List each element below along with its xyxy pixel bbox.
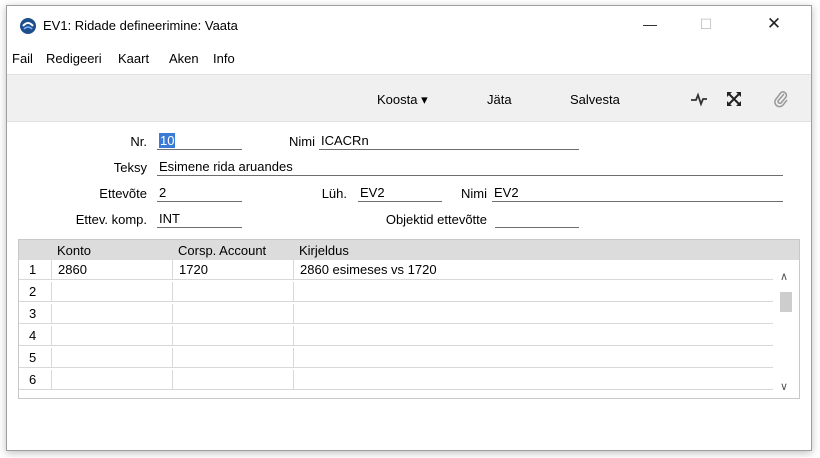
table-row[interactable]: 4: [19, 326, 773, 346]
table-row[interactable]: 3: [19, 304, 773, 324]
paperclip-icon[interactable]: [772, 90, 790, 108]
corsp-cell[interactable]: [172, 304, 293, 324]
kirjeldus-cell[interactable]: [293, 326, 773, 346]
app-logo-icon: [20, 18, 36, 34]
nr-value: 10: [159, 133, 176, 148]
konto-cell[interactable]: [51, 282, 172, 302]
row-number: 1: [29, 262, 37, 277]
koosta-button[interactable]: Koosta ▾: [377, 92, 428, 108]
corsp-cell[interactable]: [172, 282, 293, 302]
row-number: 6: [29, 372, 37, 387]
minimize-button[interactable]: —: [627, 6, 673, 42]
menu-info[interactable]: Info: [213, 51, 235, 66]
nr-field[interactable]: 10: [157, 133, 242, 150]
record-window: EV1: Ridade defineerimine: Vaata — ☐ ✕ F…: [6, 5, 812, 451]
menu-redigeeri[interactable]: Redigeeri: [46, 51, 102, 66]
corsp-cell[interactable]: [172, 348, 293, 368]
ettevote-field[interactable]: 2: [157, 185, 242, 202]
konto-cell[interactable]: [51, 326, 172, 346]
kirjeldus-cell[interactable]: [293, 282, 773, 302]
table-row[interactable]: 2: [19, 282, 773, 302]
close-button[interactable]: ✕: [751, 6, 797, 42]
grid-header: Konto Corsp. Account Kirjeldus: [19, 240, 799, 260]
luh-field[interactable]: EV2: [358, 185, 442, 202]
accounts-grid: Konto Corsp. Account Kirjeldus 1 2860 17…: [18, 239, 800, 399]
header-form: Nr. 10 Nimi ICACRn Teksy Esimene rida ar…: [7, 122, 811, 242]
scroll-up-icon[interactable]: ∧: [780, 270, 788, 283]
maximize-button[interactable]: ☐: [683, 6, 729, 42]
konto-cell[interactable]: [51, 348, 172, 368]
objektid-field[interactable]: [495, 211, 579, 228]
nimi-label: Nimi: [289, 134, 315, 149]
scroll-thumb[interactable]: [780, 292, 792, 312]
row-number: 4: [29, 328, 37, 343]
konto-cell[interactable]: [51, 304, 172, 324]
menu-aken[interactable]: Aken: [169, 51, 199, 66]
kirjeldus-cell[interactable]: [293, 304, 773, 324]
menu-kaart[interactable]: Kaart: [118, 51, 149, 66]
row-number: 3: [29, 306, 37, 321]
expand-icon[interactable]: [725, 90, 743, 108]
menu-bar: Fail Redigeeri Kaart Aken Info: [7, 46, 811, 70]
kirjeldus-cell[interactable]: [293, 348, 773, 368]
konto-cell[interactable]: 2860: [51, 260, 172, 280]
salvesta-button[interactable]: Salvesta: [570, 92, 620, 107]
corsp-cell[interactable]: [172, 326, 293, 346]
ettevote-label: Ettevõte: [99, 186, 147, 201]
col-konto-header[interactable]: Konto: [57, 243, 91, 258]
objektid-label: Objektid ettevõtte: [385, 212, 487, 227]
menu-fail[interactable]: Fail: [12, 51, 33, 66]
kirjeldus-cell[interactable]: [293, 370, 773, 390]
row-number: 2: [29, 284, 37, 299]
nimi2-label: Nimi: [461, 186, 487, 201]
teksy-label: Teksy: [113, 160, 147, 175]
scroll-down-icon[interactable]: ∨: [780, 380, 788, 393]
title-bar[interactable]: EV1: Ridade defineerimine: Vaata — ☐ ✕: [7, 6, 811, 46]
nr-label: Nr.: [130, 134, 147, 149]
row-number: 5: [29, 350, 37, 365]
window-title: EV1: Ridade defineerimine: Vaata: [43, 18, 238, 33]
jata-button[interactable]: Jäta: [487, 92, 512, 107]
corsp-cell[interactable]: 1720: [172, 260, 293, 280]
ettev-komp-label: Ettev. komp.: [75, 212, 147, 227]
col-kirjeldus-header[interactable]: Kirjeldus: [299, 243, 349, 258]
table-row[interactable]: 1 2860 1720 2860 esimeses vs 1720: [19, 260, 773, 280]
toolbar: Koosta ▾ Jäta Salvesta: [7, 74, 811, 122]
ettev-komp-field[interactable]: INT: [157, 211, 242, 228]
grid-scrollbar[interactable]: ∧ ∨: [773, 260, 799, 398]
pulse-icon[interactable]: [690, 90, 708, 108]
table-row[interactable]: 5: [19, 348, 773, 368]
col-corsp-header[interactable]: Corsp. Account: [178, 243, 266, 258]
corsp-cell[interactable]: [172, 370, 293, 390]
konto-cell[interactable]: [51, 370, 172, 390]
table-row[interactable]: 6: [19, 370, 773, 390]
nimi2-field[interactable]: EV2: [492, 185, 783, 202]
nimi-field[interactable]: ICACRn: [319, 133, 579, 150]
kirjeldus-cell[interactable]: 2860 esimeses vs 1720: [293, 260, 773, 280]
luh-label: Lüh.: [321, 186, 347, 201]
teksy-field[interactable]: Esimene rida aruandes: [157, 159, 783, 176]
